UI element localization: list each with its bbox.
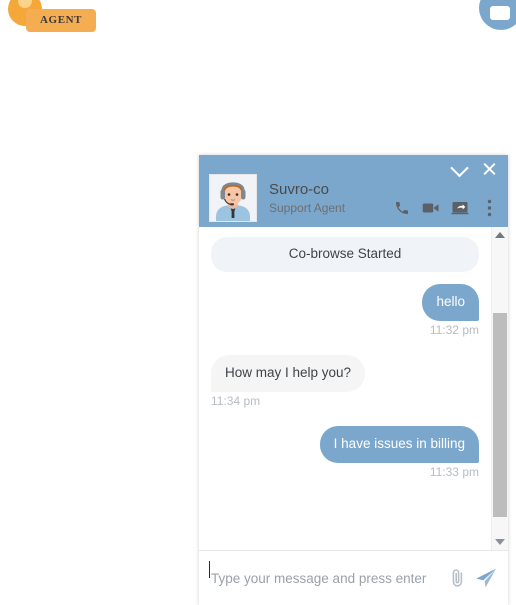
message-row-agent: How may I help you? [211,354,479,392]
agent-identity: Suvro-co Support Agent [209,174,345,222]
phone-icon [396,202,408,214]
message-timestamp: 11:34 pm [211,393,261,408]
chat-launcher-button[interactable] [479,0,516,30]
voice-call-button[interactable] [393,199,411,217]
message-timestamp: 11:32 pm [429,322,479,337]
agent-text: Suvro-co Support Agent [269,182,345,214]
user-message-bubble: I have issues in billing [319,425,479,463]
agent-badge: AGENT [8,0,118,40]
agent-message-bubble: How may I help you? [211,354,366,392]
close-icon [482,162,496,176]
scroll-up-arrow-icon [495,232,505,238]
screen-share-button[interactable] [451,199,469,217]
chat-widget: Suvro-co Support Agent Co-browse Started… [199,155,508,605]
message-row-user: hello [211,283,479,321]
close-button[interactable] [478,159,500,179]
message-list: Co-browse Started hello 11:32 pm How may… [199,227,491,550]
video-call-button[interactable] [422,199,440,217]
scrollbar-thumb[interactable] [493,313,507,517]
chat-scrollbar[interactable] [491,227,508,550]
avatar [209,174,257,222]
header-actions [393,199,498,217]
scroll-down-button[interactable] [492,534,508,550]
agent-badge-label: AGENT [26,9,97,32]
text-caret [209,561,210,578]
scroll-down-arrow-icon [495,539,505,545]
message-row-user: I have issues in billing [211,425,479,463]
agent-name: Suvro-co [269,180,330,198]
kebab-menu-icon [487,199,491,217]
message-row-system: Co-browse Started [211,237,479,272]
agent-marker-dot-center [18,0,32,8]
chevron-down-icon [449,158,469,177]
scroll-up-button[interactable] [492,227,508,243]
message-area: Co-browse Started hello 11:32 pm How may… [199,227,508,550]
paperclip-icon [452,569,463,587]
composer-actions [445,567,498,589]
composer [199,550,508,605]
minimize-button[interactable] [448,158,470,179]
agent-role: Support Agent [269,200,346,215]
more-options-button[interactable] [480,199,498,217]
support-agent-avatar-icon [210,175,256,221]
send-paper-plane-icon [476,568,496,588]
send-button[interactable] [474,567,498,589]
window-controls [448,158,500,179]
user-message-bubble: hello [422,283,479,321]
message-input[interactable] [207,570,445,586]
chat-bubble-icon [490,6,510,20]
attach-file-button[interactable] [451,568,464,588]
message-timestamp: 11:33 pm [429,464,479,479]
video-camera-icon [422,203,439,213]
chat-header: Suvro-co Support Agent [199,155,508,227]
system-message-bubble: Co-browse Started [211,237,479,272]
screen-share-icon [451,202,469,215]
